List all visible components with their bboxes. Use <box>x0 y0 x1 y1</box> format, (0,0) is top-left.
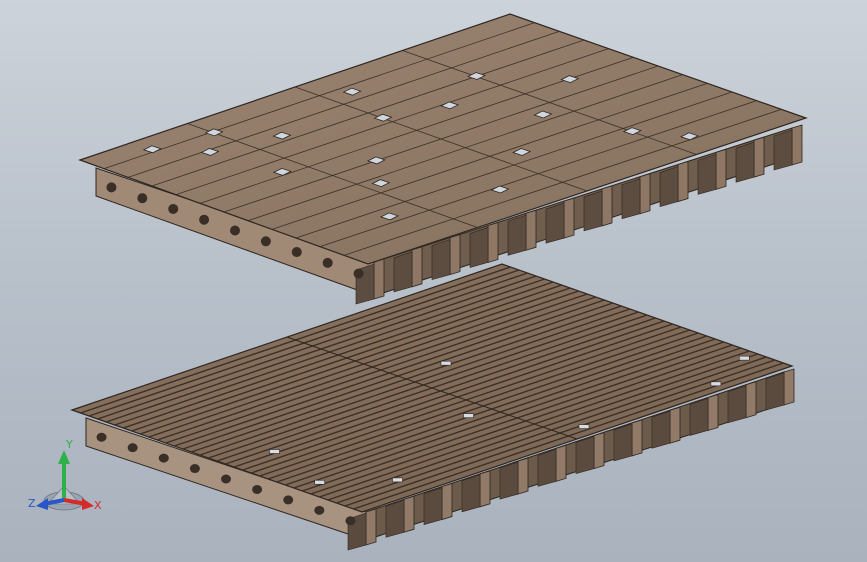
deck-clip <box>440 360 452 366</box>
skirt-hole <box>230 225 240 236</box>
model-scene[interactable] <box>0 0 867 562</box>
upper-rib <box>715 148 727 190</box>
lower-rib-side <box>727 385 747 424</box>
lower-rib <box>365 508 377 546</box>
upper-rib <box>639 173 651 215</box>
skirt-hole <box>189 464 200 474</box>
lower-rib <box>745 381 757 419</box>
upper-frame-assembly[interactable] <box>78 13 808 305</box>
skirt-hole <box>137 193 148 204</box>
upper-rib <box>791 124 803 166</box>
upper-rib-side <box>659 166 679 207</box>
skirt-hole <box>291 247 302 258</box>
deck-clip <box>314 479 326 485</box>
upper-rib-side <box>773 129 793 171</box>
lower-rib-side <box>423 487 443 525</box>
x-axis-label: X <box>94 499 102 512</box>
lower-deck-assembly[interactable] <box>70 263 795 551</box>
deck-clip <box>269 449 280 454</box>
upper-rib <box>373 258 385 300</box>
lower-rib-side <box>651 410 671 449</box>
lower-rib-side <box>689 398 709 436</box>
y-axis-arrow-icon <box>58 450 70 464</box>
lower-rib <box>555 444 567 482</box>
upper-rib-side <box>735 141 755 183</box>
skirt-hole <box>322 257 333 268</box>
x-axis-arrow-icon <box>82 498 94 510</box>
deck-clip <box>578 424 590 429</box>
lower-rib <box>669 406 681 444</box>
skirt-hole <box>168 203 179 214</box>
upper-rib <box>601 185 613 227</box>
lower-rib <box>517 457 529 495</box>
skirt-hole <box>221 474 231 484</box>
lower-rib <box>441 483 453 521</box>
upper-rib-side <box>545 202 565 244</box>
upper-rib <box>411 246 423 288</box>
upper-rib-side <box>583 190 603 232</box>
lower-rib-side <box>575 436 595 475</box>
skirt-hole <box>345 516 356 526</box>
lower-rib-side <box>537 448 557 487</box>
upper-rib-side <box>393 251 413 293</box>
graphics-viewport[interactable]: Y X Z <box>0 0 867 562</box>
upper-rib <box>525 209 537 251</box>
deck-clip <box>463 413 474 419</box>
skirt-hole <box>199 214 210 225</box>
lower-rib <box>707 393 719 431</box>
lower-rib <box>593 432 605 470</box>
deck-clip <box>738 355 750 361</box>
skirt-hole <box>158 453 169 463</box>
skirt-hole <box>252 484 263 494</box>
upper-rib <box>487 221 499 263</box>
skirt-hole <box>106 182 117 193</box>
skirt-hole <box>353 268 364 279</box>
skirt-hole <box>283 495 294 505</box>
y-axis-label: Y <box>66 438 73 451</box>
upper-rib-side <box>431 239 451 281</box>
lower-rib <box>479 470 491 508</box>
skirt-hole <box>260 236 271 247</box>
upper-rib <box>753 136 765 178</box>
z-axis-arrow-icon <box>36 498 48 510</box>
deck-clip <box>392 477 403 483</box>
deck-clip <box>710 381 722 387</box>
upper-rib <box>563 197 575 239</box>
upper-rib-side <box>697 153 717 195</box>
skirt-hole <box>127 443 138 453</box>
skirt-hole <box>314 505 325 515</box>
lower-rib-side <box>385 499 405 538</box>
lower-rib-side <box>499 461 519 500</box>
z-axis-label: Z <box>28 497 36 510</box>
upper-rib-side <box>507 214 527 256</box>
lower-rib-side <box>765 372 785 411</box>
lower-rib-side <box>461 474 481 513</box>
upper-rib <box>677 161 689 203</box>
upper-rib-side <box>621 178 641 220</box>
upper-rib <box>449 234 461 276</box>
lower-rib <box>631 419 643 457</box>
upper-rib-side <box>469 227 489 268</box>
lower-rib <box>783 368 795 406</box>
lower-rib-side <box>613 423 633 462</box>
lower-rib <box>403 495 415 533</box>
orientation-triad[interactable]: Y X Z <box>22 438 108 522</box>
